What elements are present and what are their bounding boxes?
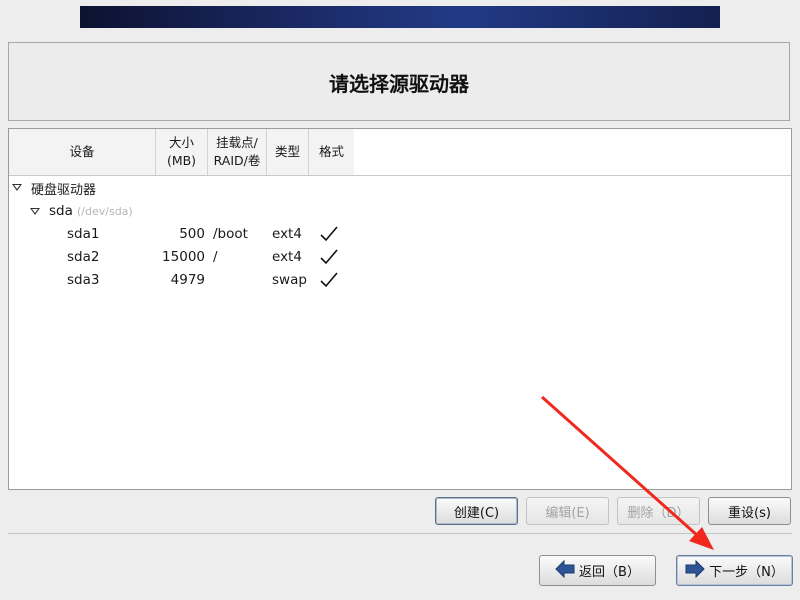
column-label: 类型 bbox=[274, 144, 300, 159]
column-label: (MB) bbox=[166, 153, 197, 168]
expander-down-icon[interactable] bbox=[12, 184, 22, 191]
column-header-format[interactable]: 格式 bbox=[309, 129, 354, 175]
reset-button[interactable]: 重设(s) bbox=[708, 497, 791, 525]
page-header: 请选择源驱动器 bbox=[8, 42, 790, 121]
top-banner bbox=[80, 6, 720, 28]
partition-type: swap bbox=[272, 272, 307, 288]
format-check-icon[interactable] bbox=[319, 271, 339, 289]
disk-path: (/dev/sda) bbox=[77, 205, 133, 218]
tree-row-group[interactable]: 硬盘驱动器 bbox=[9, 177, 349, 199]
table-row[interactable]: sda3 4979 swap bbox=[9, 270, 349, 292]
delete-button[interactable]: 删除（D） bbox=[617, 497, 700, 525]
column-label: 大小 bbox=[168, 135, 194, 150]
column-label: 设备 bbox=[69, 144, 95, 159]
table-row[interactable]: sda1 500 /boot ext4 bbox=[9, 224, 349, 246]
create-button[interactable]: 创建(C) bbox=[435, 497, 518, 525]
next-button-label: 下一步（N） bbox=[709, 565, 784, 580]
partition-size: 500 bbox=[179, 226, 205, 242]
partition-type: ext4 bbox=[272, 226, 302, 242]
partition-tree[interactable]: 设备 大小 (MB) 挂载点/ RAID/卷 类型 格式 硬盘驱动器 sda (… bbox=[8, 128, 792, 490]
back-button[interactable]: 返回（B） bbox=[539, 555, 656, 586]
partition-mount: /boot bbox=[213, 226, 248, 242]
annotation-arrow-head bbox=[689, 527, 714, 550]
column-header-size[interactable]: 大小 (MB) bbox=[156, 129, 208, 175]
page-title: 请选择源驱动器 bbox=[329, 72, 469, 96]
column-label: 挂载点/ bbox=[216, 135, 258, 150]
partition-device: sda1 bbox=[67, 226, 100, 242]
partition-device: sda2 bbox=[67, 249, 100, 265]
table-header: 设备 大小 (MB) 挂载点/ RAID/卷 类型 格式 bbox=[9, 129, 355, 176]
arrow-right-icon bbox=[685, 559, 705, 582]
arrow-left-icon bbox=[555, 559, 575, 582]
partition-device: sda3 bbox=[67, 272, 100, 288]
divider bbox=[8, 533, 792, 534]
column-label: 格式 bbox=[318, 144, 344, 159]
tree-row-disk[interactable]: sda (/dev/sda) bbox=[9, 201, 349, 223]
partition-size: 15000 bbox=[162, 249, 205, 265]
group-label: 硬盘驱动器 bbox=[31, 183, 97, 198]
partition-type: ext4 bbox=[272, 249, 302, 265]
column-header-type[interactable]: 类型 bbox=[267, 129, 309, 175]
format-check-icon[interactable] bbox=[319, 225, 339, 243]
disk-name: sda bbox=[49, 203, 73, 219]
column-header-device[interactable]: 设备 bbox=[9, 129, 156, 175]
table-header-filler bbox=[354, 129, 791, 176]
table-row[interactable]: sda2 15000 / ext4 bbox=[9, 247, 349, 269]
next-button[interactable]: 下一步（N） bbox=[676, 555, 793, 586]
column-label: RAID/卷 bbox=[213, 153, 261, 168]
partition-mount: / bbox=[213, 249, 218, 265]
back-button-label: 返回（B） bbox=[579, 565, 640, 580]
column-header-mount[interactable]: 挂载点/ RAID/卷 bbox=[208, 129, 267, 175]
format-check-icon[interactable] bbox=[319, 248, 339, 266]
expander-down-icon[interactable] bbox=[30, 208, 40, 215]
edit-button[interactable]: 编辑(E) bbox=[526, 497, 609, 525]
partition-size: 4979 bbox=[170, 272, 205, 288]
